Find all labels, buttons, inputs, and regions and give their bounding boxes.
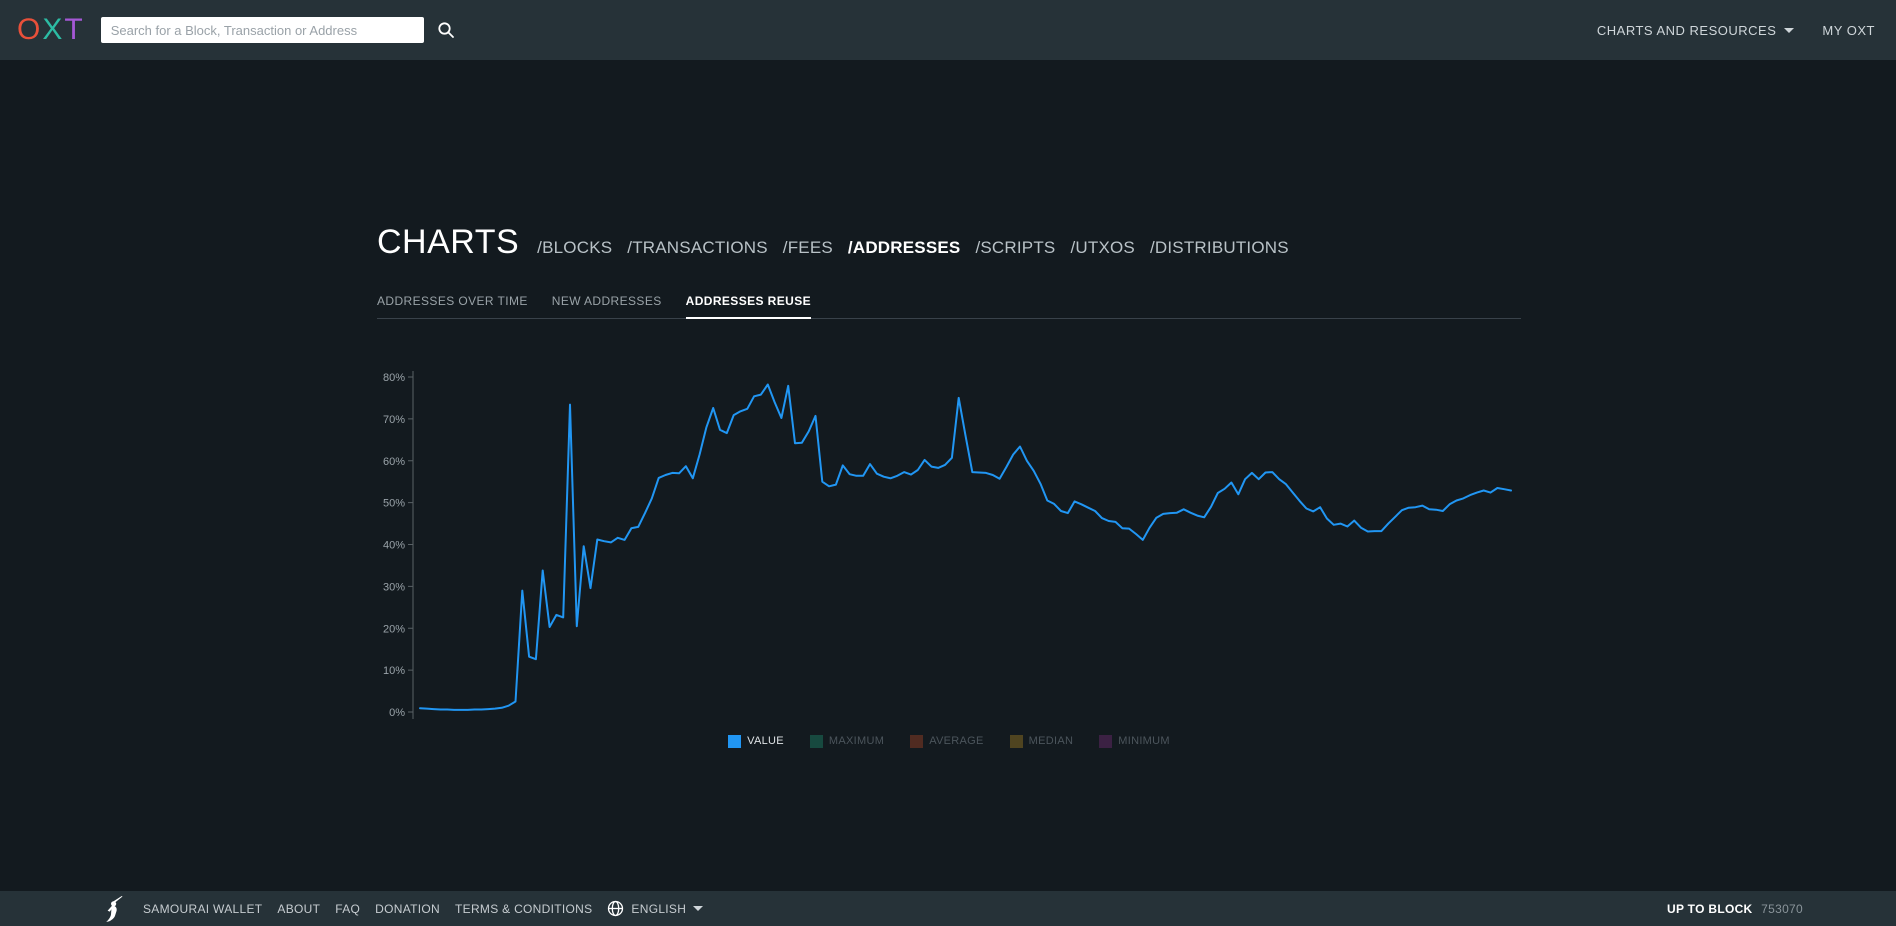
samourai-wallet-icon[interactable] (103, 895, 125, 922)
oxt-logo[interactable]: OXT (17, 15, 85, 45)
chart-legend: VALUE MAXIMUM AVERAGE MEDIAN MINIMUM (377, 734, 1521, 748)
logo-letter-o: O (17, 13, 43, 46)
svg-text:60%: 60% (383, 455, 405, 467)
legend-label-minimum: MINIMUM (1118, 735, 1170, 747)
section-link-distributions[interactable]: /DISTRIBUTIONS (1150, 238, 1289, 258)
legend-swatch-median (1009, 734, 1023, 748)
footer-link-about[interactable]: ABOUT (277, 902, 320, 916)
tab-addresses-reuse[interactable]: ADDRESSES REUSE (685, 294, 812, 319)
line-chart-canvas[interactable]: 0% 10% 20% 30% 40% 50% 60% 70% 80% (377, 359, 1521, 729)
svg-text:80%: 80% (383, 372, 405, 384)
legend-swatch-maximum (809, 734, 823, 748)
charts-title-row: CHARTS /BLOCKS /TRANSACTIONS /FEES /ADDR… (377, 223, 1521, 262)
charts-and-resources-menu[interactable]: CHARTS AND RESOURCES (1597, 23, 1795, 38)
addresses-tabs: ADDRESSES OVER TIME NEW ADDRESSES ADDRES… (377, 294, 1521, 319)
legend-item-value[interactable]: VALUE (728, 734, 784, 748)
charts-and-resources-label: CHARTS AND RESOURCES (1596, 22, 1777, 38)
svg-text:0%: 0% (389, 707, 405, 719)
footer-link-terms-conditions[interactable]: TERMS & CONDITIONS (455, 902, 592, 916)
legend-swatch-average (910, 734, 924, 748)
main-content: CHARTS /BLOCKS /TRANSACTIONS /FEES /ADDR… (0, 60, 1896, 891)
legend-item-minimum[interactable]: MINIMUM (1099, 734, 1170, 748)
svg-text:70%: 70% (383, 413, 405, 425)
up-to-block: UP TO BLOCK 753070 (1667, 902, 1803, 916)
chart-section-nav: /BLOCKS /TRANSACTIONS /FEES /ADDRESSES /… (537, 238, 1289, 258)
svg-text:40%: 40% (383, 539, 405, 551)
addresses-reuse-chart: 0% 10% 20% 30% 40% 50% 60% 70% 80% VALUE MAXIMUM… (377, 359, 1521, 748)
svg-text:50%: 50% (383, 497, 405, 509)
bottom-bar: SAMOURAI WALLET ABOUT FAQ DONATION TERMS… (0, 891, 1896, 926)
footer-link-donation[interactable]: DONATION (375, 902, 440, 916)
search-input[interactable] (100, 17, 424, 43)
svg-text:30%: 30% (383, 581, 405, 593)
legend-label-median: MEDIAN (1028, 735, 1074, 747)
section-link-fees[interactable]: /FEES (783, 238, 833, 258)
section-link-utxos[interactable]: /UTXOS (1070, 238, 1135, 258)
tab-addresses-over-time[interactable]: ADDRESSES OVER TIME (377, 294, 528, 318)
svg-text:10%: 10% (383, 665, 405, 677)
page-title: CHARTS (377, 223, 520, 261)
logo-letter-x: X (42, 13, 65, 46)
language-selector[interactable]: ENGLISH (607, 900, 704, 917)
language-label: ENGLISH (631, 901, 687, 916)
section-link-blocks[interactable]: /BLOCKS (537, 238, 612, 258)
up-to-block-label: UP TO BLOCK (1666, 901, 1753, 916)
globe-icon (608, 900, 624, 917)
legend-item-median[interactable]: MEDIAN (1009, 734, 1074, 748)
footer-link-faq[interactable]: FAQ (335, 902, 360, 916)
section-link-addresses[interactable]: /ADDRESSES (848, 238, 961, 258)
legend-swatch-value (728, 734, 742, 748)
logo-letter-t: T (64, 13, 85, 46)
legend-label-value: VALUE (747, 735, 784, 747)
legend-label-average: AVERAGE (929, 735, 984, 747)
section-link-transactions[interactable]: /TRANSACTIONS (627, 238, 768, 258)
up-to-block-number[interactable]: 753070 (1761, 902, 1803, 916)
footer-link-samourai-wallet[interactable]: SAMOURAI WALLET (143, 902, 262, 916)
language-chevron-down-icon (693, 906, 704, 911)
my-oxt-label: MY OXT (1822, 22, 1875, 38)
section-link-scripts[interactable]: /SCRIPTS (975, 238, 1055, 258)
chevron-down-icon (1784, 27, 1795, 33)
legend-swatch-minimum (1099, 734, 1113, 748)
search-icon[interactable] (436, 20, 456, 40)
legend-label-maximum: MAXIMUM (828, 735, 885, 747)
tab-new-addresses[interactable]: NEW ADDRESSES (552, 294, 662, 318)
legend-item-average[interactable]: AVERAGE (910, 734, 984, 748)
legend-item-maximum[interactable]: MAXIMUM (809, 734, 885, 748)
svg-text:20%: 20% (383, 623, 405, 635)
my-oxt-link[interactable]: MY OXT (1822, 23, 1875, 38)
top-bar: OXT CHARTS AND RESOURCES MY OXT (0, 0, 1896, 60)
